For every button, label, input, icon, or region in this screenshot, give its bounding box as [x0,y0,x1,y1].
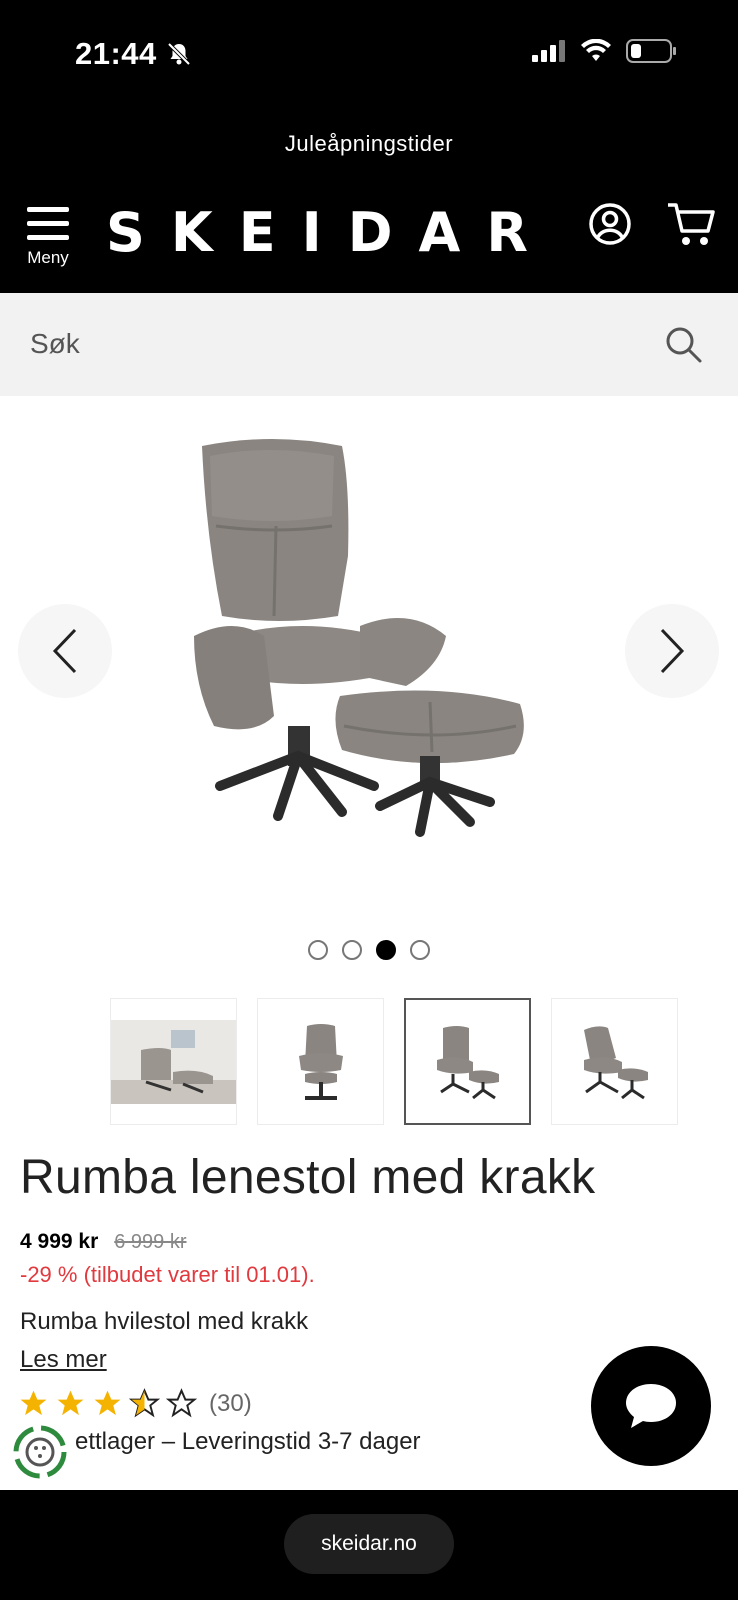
chevron-left-icon [52,628,77,674]
status-time: 21:44 [75,36,157,71]
star-full-icon [94,1390,121,1416]
price-row: 4 999 kr 6 999 kr [20,1230,187,1254]
rating[interactable]: (30) [18,1388,252,1419]
thumbnail-2[interactable] [257,998,384,1125]
browser-bottom-bar: skeidar.no [0,1490,738,1600]
chat-bubble-icon [626,1384,676,1428]
gallery-dots [0,940,738,960]
room-scene-thumbnail [111,1019,236,1104]
url-bar[interactable]: skeidar.no [284,1514,454,1574]
status-icons [532,38,678,64]
search-icon[interactable] [664,325,704,365]
angle-view-thumbnail [436,1025,499,1099]
thumbnail-1[interactable] [110,998,237,1125]
search-bar [0,293,738,396]
read-more-link[interactable]: Les mer [20,1346,107,1374]
cart-icon[interactable] [666,200,716,248]
hamburger-icon [27,207,69,240]
short-description: Rumba hvilestol med krakk [20,1308,309,1335]
product-title: Rumba lenestol med krakk [20,1151,596,1204]
bell-muted-icon [167,42,191,66]
account-icon[interactable] [588,202,632,246]
product-gallery [0,396,738,960]
search-input[interactable] [30,321,630,367]
discount-text: -29 % (tilbudet varer til 01.01). [20,1262,315,1287]
gallery-dot-3[interactable] [376,940,396,960]
front-view-thumbnail [298,1023,343,1100]
star-half-icon [129,1388,160,1418]
thumbnail-strip [110,998,678,1125]
battery-icon [626,39,676,63]
thumbnail-3[interactable] [404,998,531,1125]
site-header: Meny SKEIDAR [0,188,738,293]
stock-status: ettlager – Leveringstid 3-7 dager [75,1428,421,1455]
thumbnail-4[interactable] [551,998,678,1125]
signal-icon [532,40,565,62]
star-full-icon [57,1390,84,1416]
star-full-icon [20,1390,47,1416]
previous-image-button[interactable] [18,604,112,698]
chevron-right-icon [660,628,685,674]
product-image[interactable] [180,426,560,856]
gallery-dot-1[interactable] [308,940,328,960]
chat-button[interactable] [591,1346,711,1466]
side-view-thumbnail [583,1025,648,1099]
original-price: 6 999 kr [114,1231,187,1253]
menu-label: Meny [27,248,69,267]
gallery-dot-2[interactable] [342,940,362,960]
gallery-dot-4[interactable] [410,940,430,960]
next-image-button[interactable] [625,604,719,698]
wifi-icon [581,39,611,61]
star-empty-icon [166,1388,197,1418]
status-bar: 21:44 [0,0,738,100]
announcement-link[interactable]: Juleåpningstider [0,100,738,188]
rating-count: (30) [209,1389,252,1417]
current-price: 4 999 kr [20,1230,99,1253]
menu-button[interactable]: Meny [20,204,76,280]
recycle-badge-icon[interactable] [12,1424,68,1480]
skeidar-logo[interactable]: SKEIDAR [106,198,554,268]
